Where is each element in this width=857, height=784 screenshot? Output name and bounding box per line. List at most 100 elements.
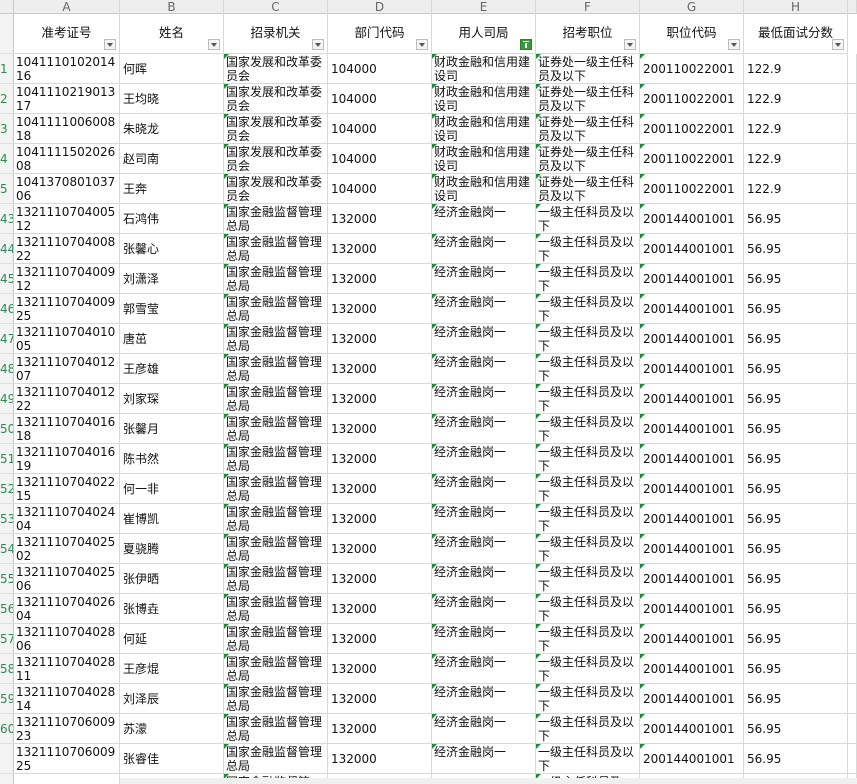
cell-bureau[interactable]: 经济金融岗一 xyxy=(432,474,536,504)
cell-exam-id[interactable]: 132111070402502 xyxy=(14,534,120,564)
cell-empty[interactable] xyxy=(848,234,857,264)
cell-min-score[interactable]: 122.9 xyxy=(744,174,848,204)
cell-dept-code[interactable]: 132000 xyxy=(328,474,432,504)
cell-position-code[interactable]: 200144001001 xyxy=(640,294,744,324)
cell-exam-id[interactable]: 132111070401618 xyxy=(14,414,120,444)
cell-exam-id[interactable] xyxy=(14,774,120,784)
cell-empty[interactable] xyxy=(848,504,857,534)
cell-bureau[interactable]: 经济金融岗一 xyxy=(432,234,536,264)
cell-min-score[interactable]: 56.95 xyxy=(744,474,848,504)
row-number[interactable]: 52 xyxy=(0,474,14,504)
cell-exam-id[interactable]: 132111070402604 xyxy=(14,594,120,624)
cell-exam-id[interactable]: 132111070402806 xyxy=(14,624,120,654)
row-number[interactable]: 53 xyxy=(0,504,14,534)
cell-position[interactable]: 一级主任科员及以下 xyxy=(536,204,640,234)
cell-recruiting-org[interactable]: 国家发展和改革委员会 xyxy=(224,54,328,84)
cell-empty[interactable] xyxy=(848,264,857,294)
filter-dropdown-icon[interactable] xyxy=(416,39,428,50)
cell-empty[interactable] xyxy=(848,384,857,414)
row-number[interactable]: 1 xyxy=(0,54,14,84)
cell-position[interactable]: 证券处一级主任科员及以下 xyxy=(536,84,640,114)
cell-exam-id[interactable]: 132111070600923 xyxy=(14,714,120,744)
cell-position-code[interactable]: 200144001001 xyxy=(640,594,744,624)
cell-empty[interactable] xyxy=(848,414,857,444)
row-number[interactable]: 46 xyxy=(0,294,14,324)
cell-name[interactable]: 苏濛 xyxy=(120,714,224,744)
cell-position-code[interactable]: 200144001001 xyxy=(640,714,744,744)
cell-empty[interactable] xyxy=(848,594,857,624)
cell-position-code[interactable]: 200144001001 xyxy=(640,444,744,474)
cell-dept-code[interactable]: 132000 xyxy=(328,684,432,714)
cell-exam-id[interactable]: 104137080103706 xyxy=(14,174,120,204)
cell-position[interactable]: 证券处一级主任科员及以下 xyxy=(536,174,640,204)
cell-bureau[interactable]: 经济金融岗一 xyxy=(432,594,536,624)
cell-bureau[interactable]: 经济金融岗一 xyxy=(432,354,536,384)
cell-name[interactable]: 唐茁 xyxy=(120,324,224,354)
cell-empty[interactable] xyxy=(848,714,857,744)
cell-exam-id[interactable]: 132111070401207 xyxy=(14,354,120,384)
cell-position-code[interactable]: 200110022001 xyxy=(640,84,744,114)
cell-min-score[interactable]: 122.9 xyxy=(744,54,848,84)
cell-bureau[interactable]: 财政金融和信用建设司 xyxy=(432,174,536,204)
cell-exam-id[interactable]: 132111070402506 xyxy=(14,564,120,594)
cell-dept-code[interactable]: 104000 xyxy=(328,114,432,144)
cell-name[interactable]: 张睿佳 xyxy=(120,744,224,774)
cell-position-code[interactable]: 200110022001 xyxy=(640,114,744,144)
cell-exam-id[interactable]: 104111010201416 xyxy=(14,54,120,84)
cell-position[interactable]: 一级主任科员及以下 xyxy=(536,744,640,774)
cell-empty[interactable] xyxy=(848,114,857,144)
row-number[interactable]: 59 xyxy=(0,684,14,714)
cell-dept-code[interactable]: 104000 xyxy=(328,84,432,114)
cell-dept-code[interactable]: 132000 xyxy=(328,234,432,264)
cell-recruiting-org[interactable]: 国家金融监督管理总局 xyxy=(224,384,328,414)
row-number[interactable] xyxy=(0,744,14,774)
cell-position[interactable]: 一级主任科员及以下 xyxy=(536,504,640,534)
row-number[interactable]: 50 xyxy=(0,414,14,444)
cell-bureau[interactable]: 经济金融岗一 xyxy=(432,504,536,534)
cell-name[interactable]: 朱晓龙 xyxy=(120,114,224,144)
row-number[interactable]: 47 xyxy=(0,324,14,354)
cell-position[interactable]: 一级主任科员及以下 xyxy=(536,654,640,684)
cell-bureau[interactable]: 经济金融岗一 xyxy=(432,624,536,654)
cell-min-score[interactable]: 122.9 xyxy=(744,114,848,144)
cell-dept-code[interactable]: 104000 xyxy=(328,144,432,174)
cell-recruiting-org[interactable]: 国家发展和改革委员会 xyxy=(224,174,328,204)
row-number[interactable]: 43 xyxy=(0,204,14,234)
cell-position[interactable]: 证券处一级主任科员及以下 xyxy=(536,144,640,174)
column-header-e[interactable]: E xyxy=(432,0,536,14)
cell-empty[interactable] xyxy=(848,84,857,114)
cell-min-score[interactable]: 56.95 xyxy=(744,264,848,294)
cell-position-code[interactable]: 200144001001 xyxy=(640,474,744,504)
row-number[interactable]: 49 xyxy=(0,384,14,414)
column-header-a[interactable]: A xyxy=(14,0,120,14)
header-cell-position[interactable]: 招考职位 xyxy=(536,14,640,54)
cell-position[interactable]: 一级主任科员及以下 xyxy=(536,474,640,504)
cell-min-score[interactable]: 56.95 xyxy=(744,534,848,564)
row-number[interactable]: 48 xyxy=(0,354,14,384)
cell-recruiting-org[interactable]: 国家发展和改革委员会 xyxy=(224,84,328,114)
cell-recruiting-org[interactable]: 国家金融监督管理总局 xyxy=(224,204,328,234)
cell-name[interactable]: 王彦焜 xyxy=(120,654,224,684)
filter-dropdown-icon[interactable] xyxy=(312,39,324,50)
cell-empty[interactable] xyxy=(848,54,857,84)
cell-exam-id[interactable]: 132111070402814 xyxy=(14,684,120,714)
cell-dept-code[interactable]: 132000 xyxy=(328,384,432,414)
cell-empty[interactable] xyxy=(848,354,857,384)
column-header-c[interactable]: C xyxy=(224,0,328,14)
cell-min-score[interactable]: 56.95 xyxy=(744,294,848,324)
row-number[interactable]: 58 xyxy=(0,654,14,684)
cell-recruiting-org[interactable]: 国家金融监督管理总局 xyxy=(224,474,328,504)
row-number[interactable] xyxy=(0,774,14,784)
cell-empty[interactable] xyxy=(848,474,857,504)
cell-name[interactable]: 王奔 xyxy=(120,174,224,204)
cell-empty[interactable] xyxy=(848,534,857,564)
cell-dept-code[interactable]: 132000 xyxy=(328,414,432,444)
cell-name[interactable]: 刘潇泽 xyxy=(120,264,224,294)
cell-empty[interactable] xyxy=(848,174,857,204)
cell-position-code[interactable]: 200144001001 xyxy=(640,624,744,654)
column-header-f[interactable]: F xyxy=(536,0,640,14)
cell-dept-code[interactable]: 132000 xyxy=(328,504,432,534)
cell-position[interactable]: 一级主任科员及以下 xyxy=(536,294,640,324)
cell-dept-code[interactable]: 132000 xyxy=(328,444,432,474)
cell-name[interactable]: 张博垚 xyxy=(120,594,224,624)
